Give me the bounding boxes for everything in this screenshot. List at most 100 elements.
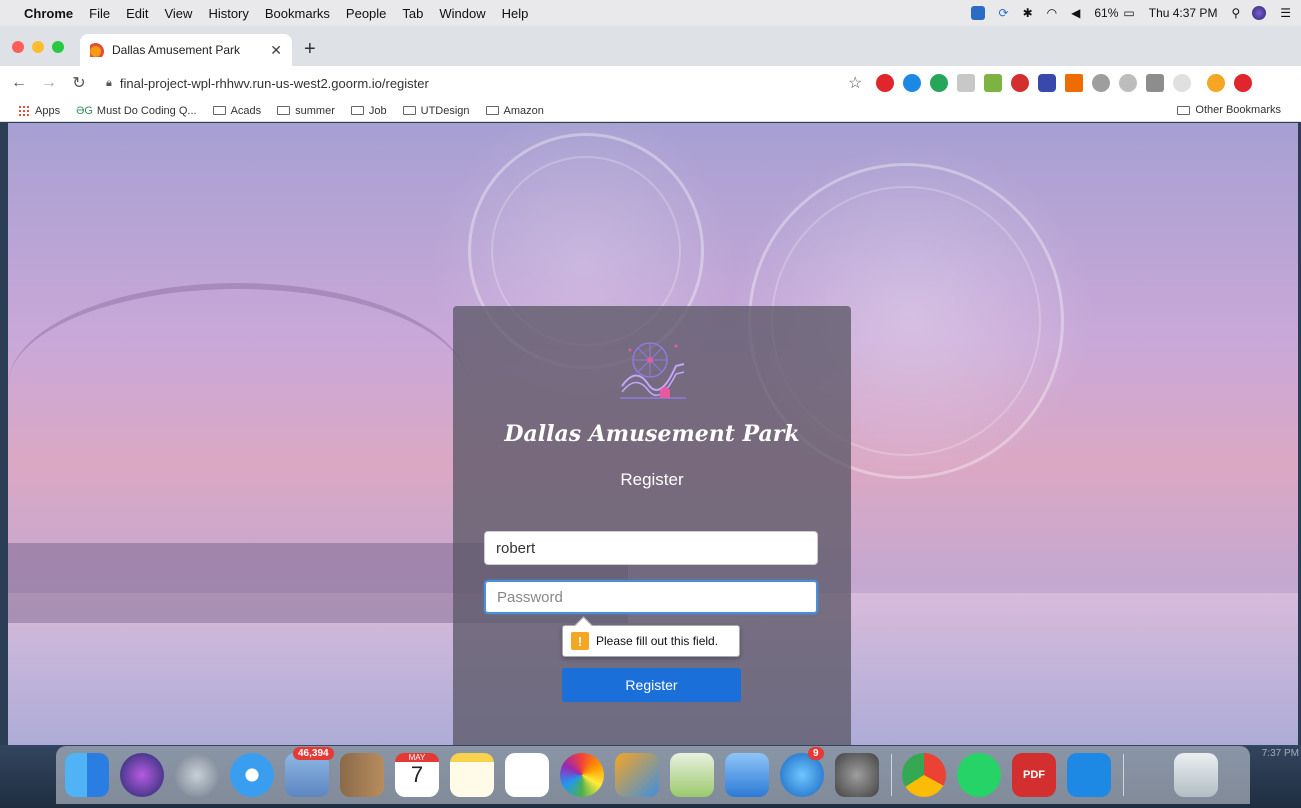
tab-active[interactable]: Dallas Amusement Park ✕ — [80, 34, 292, 66]
park-logo-icon — [620, 342, 686, 399]
close-window-button[interactable] — [12, 41, 24, 53]
app-store-badge: 9 — [808, 747, 824, 760]
reload-icon[interactable]: ↻ — [68, 73, 90, 93]
pdf-app-icon[interactable]: PDF — [1012, 753, 1056, 797]
pages-icon[interactable] — [615, 753, 659, 797]
bluetooth-icon[interactable]: ✱ — [1023, 6, 1033, 20]
app-store-icon[interactable]: 9 — [780, 747, 824, 797]
password-input[interactable] — [484, 580, 818, 614]
update-icon[interactable] — [1234, 74, 1253, 92]
folder-icon — [350, 106, 364, 115]
bookmark-job[interactable]: Job — [350, 105, 387, 117]
maximize-window-button[interactable] — [52, 41, 64, 53]
bookmark-acads[interactable]: Acads — [212, 105, 261, 117]
photos-icon[interactable] — [560, 753, 604, 797]
bookmark-amazon[interactable]: Amazon — [485, 105, 544, 117]
box-extension-icon[interactable] — [1146, 74, 1165, 92]
macos-menu-bar: Chrome File Edit View History Bookmarks … — [0, 0, 1301, 26]
menu-app-name[interactable]: Chrome — [24, 6, 73, 21]
bookmark-apps[interactable]: Apps — [18, 104, 60, 117]
menu-window[interactable]: Window — [439, 6, 485, 21]
menu-edit[interactable]: Edit — [126, 6, 148, 21]
lock-icon[interactable]: 🔒︎ — [106, 77, 112, 90]
contacts-icon[interactable] — [340, 753, 384, 797]
menu-history[interactable]: History — [208, 6, 248, 21]
teamviewer-icon[interactable] — [1067, 753, 1111, 797]
corner-time-text: 7:37 PM — [1261, 748, 1299, 759]
park-favicon-icon — [90, 43, 104, 57]
menu-help[interactable]: Help — [502, 6, 529, 21]
safari-icon[interactable] — [230, 753, 274, 797]
bookmark-star-icon[interactable]: ☆ — [848, 73, 862, 93]
back-arrow-icon[interactable]: ← — [8, 74, 30, 92]
link-extension-icon[interactable] — [1119, 74, 1138, 92]
keynote-icon[interactable] — [725, 753, 769, 797]
puzzle-extension-icon[interactable] — [1038, 74, 1057, 92]
wifi-icon[interactable]: ◠ — [1047, 6, 1057, 20]
bookmark-utdesign[interactable]: UTDesign — [402, 105, 470, 117]
folder-icon — [485, 106, 499, 115]
whatsapp-icon[interactable] — [957, 753, 1001, 797]
finder-icon[interactable] — [65, 753, 109, 797]
mask-extension-icon[interactable] — [957, 74, 976, 92]
tab-strip: Dallas Amusement Park ✕ + — [0, 26, 1301, 66]
menu-bookmarks[interactable]: Bookmarks — [265, 6, 330, 21]
menu-view[interactable]: View — [164, 6, 192, 21]
extensions-area: ☆ — [848, 73, 1253, 93]
json-extension-icon[interactable] — [1173, 74, 1192, 92]
clock[interactable]: Thu 4:37 PM — [1149, 6, 1218, 20]
warning-icon: ! — [571, 632, 589, 650]
skype-extension-icon[interactable] — [903, 74, 922, 92]
siri-icon[interactable] — [1252, 6, 1267, 20]
opera-extension-icon[interactable] — [876, 74, 895, 92]
mail-icon[interactable]: 46,394 — [285, 747, 334, 797]
grid-extension-icon[interactable] — [1065, 74, 1084, 92]
adblock-extension-icon[interactable] — [1011, 74, 1030, 92]
reminders-icon[interactable] — [505, 753, 549, 797]
profile-avatar[interactable] — [1207, 74, 1226, 92]
menu-people[interactable]: People — [346, 6, 386, 21]
circle-extension-icon[interactable] — [1092, 74, 1111, 92]
bookmark-coding[interactable]: ƏG Must Do Coding Q... — [76, 105, 197, 117]
dock-separator — [891, 754, 892, 796]
minimize-window-button[interactable] — [32, 41, 44, 53]
numbers-icon[interactable] — [670, 753, 714, 797]
grammarly-extension-icon[interactable] — [930, 74, 949, 92]
browser-toolbar: ← → ↻ 🔒︎ final-project-wpl-rhhwv.run-us-… — [0, 66, 1301, 100]
menu-extras: ⟳ ✱ ◠ ◀ 61% ▭ Thu 4:37 PM ⚲ ☰ — [970, 6, 1291, 20]
register-button[interactable]: Register — [562, 668, 741, 702]
battery-icon[interactable]: ▭ — [1123, 6, 1134, 20]
bookmark-summer[interactable]: summer — [277, 105, 335, 117]
forward-arrow-icon[interactable]: → — [38, 74, 60, 92]
calendar-icon[interactable]: MAY 7 — [395, 753, 439, 797]
sync-icon[interactable]: ⟳ — [999, 6, 1009, 20]
menu-tab[interactable]: Tab — [402, 6, 423, 21]
battery-percent[interactable]: 61% — [1094, 6, 1118, 20]
calendar-month: MAY — [395, 753, 439, 762]
calendar-day: 7 — [410, 762, 424, 787]
url-text[interactable]: final-project-wpl-rhhwv.run-us-west2.goo… — [120, 76, 429, 91]
notes-icon[interactable] — [450, 753, 494, 797]
username-input[interactable] — [484, 531, 818, 565]
menu-file[interactable]: File — [89, 6, 110, 21]
screen-share-icon[interactable] — [970, 6, 985, 20]
trash-icon[interactable] — [1174, 753, 1218, 797]
address-bar[interactable]: 🔒︎ final-project-wpl-rhhwv.run-us-west2.… — [106, 71, 866, 95]
other-bookmarks[interactable]: Other Bookmarks — [1177, 104, 1281, 116]
notification-center-icon[interactable]: ☰ — [1280, 6, 1291, 20]
volume-icon[interactable]: ◀ — [1071, 6, 1080, 20]
chrome-icon[interactable] — [902, 753, 946, 797]
mail-badge: 46,394 — [293, 747, 334, 760]
system-preferences-icon[interactable] — [835, 753, 879, 797]
apps-grid-icon — [18, 104, 30, 117]
cart-extension-icon[interactable] — [984, 74, 1003, 92]
tab-title: Dallas Amusement Park — [112, 43, 241, 57]
spotlight-icon[interactable]: ⚲ — [1231, 6, 1240, 20]
folder-icon — [402, 106, 416, 115]
launchpad-icon[interactable] — [175, 753, 219, 797]
tab-close-icon[interactable]: ✕ — [270, 42, 282, 59]
siri-dock-icon[interactable] — [120, 753, 164, 797]
bookmarks-bar: Apps ƏG Must Do Coding Q... Acads summer … — [0, 100, 1301, 122]
new-tab-icon[interactable]: + — [304, 38, 316, 61]
page-title: Register — [620, 470, 684, 489]
